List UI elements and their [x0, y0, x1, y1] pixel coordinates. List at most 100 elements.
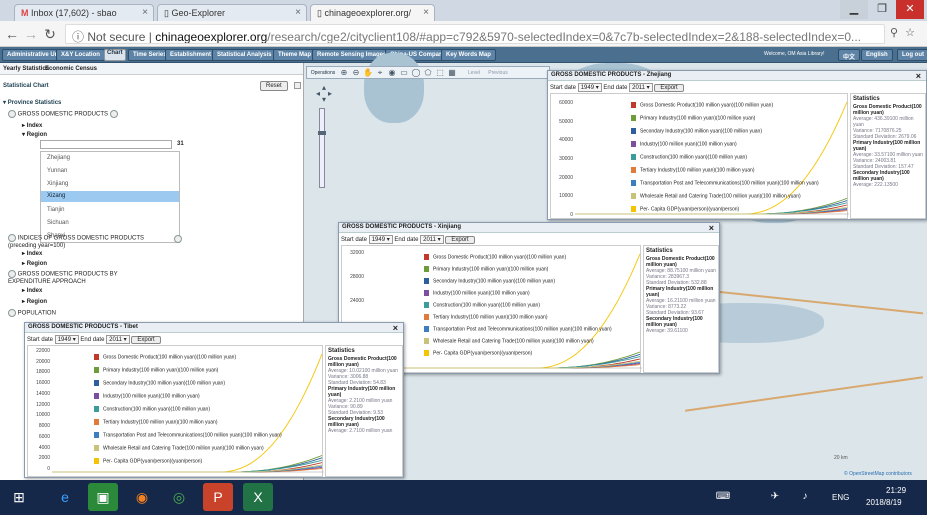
start-date-select[interactable]: 1949 ▾ — [368, 235, 393, 244]
end-date-select[interactable]: 2011 ▾ — [420, 235, 444, 244]
menu-establishment[interactable]: Establishment — [165, 49, 217, 61]
lang-chinese[interactable]: 中文 — [838, 49, 861, 61]
window-close-icon[interactable]: ✕ — [896, 0, 924, 19]
zoom-slider-handle[interactable] — [318, 131, 326, 135]
rectangle-icon[interactable]: ▭ — [399, 68, 409, 78]
region-zhejiang[interactable]: Zhejiang — [47, 155, 70, 161]
region-xinjiang[interactable]: Xinjiang — [47, 181, 68, 187]
previous-button[interactable]: Previous — [485, 68, 511, 78]
ime-indicator[interactable]: ENG — [832, 493, 849, 502]
legend-item[interactable]: Tertiary Industry(100 million yuan)(100 … — [631, 167, 755, 173]
network-icon[interactable]: ✈ — [760, 483, 790, 511]
end-date-select[interactable]: 2011 ▾ — [106, 335, 130, 344]
lasso-icon[interactable]: ⬠ — [423, 68, 433, 78]
reset-button[interactable]: Reset — [260, 81, 288, 91]
operations-label[interactable]: Operations — [309, 68, 337, 78]
legend-item[interactable]: Per- Capita GDP(yuan/person)(yuan/person… — [94, 458, 202, 464]
radio-icon[interactable] — [8, 234, 16, 242]
index-toggle[interactable]: ▸ Index — [22, 122, 42, 129]
window-title[interactable]: GROSS DOMESTIC PRODUCTS - Zhejiang — [548, 71, 926, 81]
pan-icon[interactable]: ✋ — [363, 68, 373, 78]
group-province-statistics[interactable]: ▾ Province Statistics — [3, 99, 61, 106]
legend-item[interactable]: Industry(100 million yuan)(100 million y… — [94, 393, 200, 399]
clock-time[interactable]: 21:29 — [886, 486, 906, 495]
start-date-select[interactable]: 1949 ▾ — [577, 83, 602, 92]
tab-yearly-statistics[interactable]: Yearly Statistics — [3, 66, 49, 72]
tab-chinageoexplorer[interactable]: ▯ chinageoexplorer.org/ × — [310, 4, 435, 21]
back-icon[interactable]: ← — [4, 26, 20, 42]
legend-item[interactable]: Tertiary Industry(100 million yuan)(100 … — [94, 419, 218, 425]
ie-icon[interactable]: e — [50, 483, 80, 511]
menu-chart[interactable]: Chart — [104, 49, 126, 61]
star-icon[interactable]: ☆ — [902, 26, 918, 39]
legend-item[interactable]: Secondary Industry(100 million yuan)(100… — [631, 128, 762, 134]
legend-item[interactable]: Primary Industry(100 million yuan)(100 m… — [424, 266, 548, 272]
tab-inbox[interactable]: M Inbox (17,602) - sbao × — [14, 4, 154, 21]
item-gdp-expenditure[interactable]: GROSS DOMESTIC PRODUCTS BY EXPENDITURE A… — [8, 270, 148, 286]
level-button[interactable]: Level — [463, 68, 485, 78]
scroll-up-icon[interactable] — [294, 82, 301, 89]
forward-icon[interactable]: → — [23, 26, 39, 42]
region-toggle-3[interactable]: ▸ Region — [22, 298, 47, 305]
legend-item[interactable]: Wholesale Retail and Catering Trade(100 … — [94, 445, 264, 451]
pan-control[interactable]: ▴ ◂ ▸ ▾ — [313, 83, 335, 105]
export-button[interactable]: Export — [131, 336, 161, 344]
close-icon[interactable]: × — [423, 7, 429, 18]
close-icon[interactable]: × — [142, 7, 148, 18]
end-date-select[interactable]: 2011 ▾ — [629, 83, 653, 92]
zoom-icon[interactable]: ⚲ — [886, 26, 902, 39]
map-attribution[interactable]: © OpenStreetMap contributors — [844, 471, 912, 477]
item-gdp[interactable]: GROSS DOMESTIC PRODUCTS — [8, 110, 118, 118]
region-toggle-2[interactable]: ▸ Region — [22, 260, 47, 267]
legend-item[interactable]: Industry(100 million yuan)(100 million y… — [424, 290, 530, 296]
export-button[interactable]: Export — [654, 84, 684, 92]
zoom-slider[interactable] — [318, 108, 326, 188]
tab-economic-census[interactable]: Economic Census — [45, 66, 97, 72]
menu-xy-location[interactable]: X&Y Location — [56, 49, 105, 61]
chart-window-tibet[interactable]: GROSS DOMESTIC PRODUCTS - Tibet × Start … — [24, 322, 404, 478]
grid-icon[interactable]: ▦ — [447, 68, 457, 78]
excel-icon[interactable]: X — [243, 483, 273, 511]
legend-item[interactable]: Gross Domestic Product(100 million yuan)… — [94, 354, 236, 360]
legend-item[interactable]: Per- Capita GDP(yuan/person)(yuan/person… — [631, 206, 739, 212]
volume-icon[interactable]: ♪ — [790, 483, 820, 511]
radio-icon[interactable] — [8, 309, 16, 317]
legend-item[interactable]: Per- Capita GDP(yuan/person)(yuan/person… — [424, 350, 532, 356]
region-toggle[interactable]: ▾ Region — [22, 131, 47, 138]
close-icon[interactable]: × — [709, 223, 714, 233]
region-yunnan[interactable]: Yunnan — [47, 168, 67, 174]
region-tianjin[interactable]: Tianjin — [47, 207, 64, 213]
firefox-icon[interactable]: ◉ — [127, 483, 157, 511]
legend-item[interactable]: Wholesale Retail and Catering Trade(100 … — [631, 193, 801, 199]
item-population[interactable]: POPULATION — [8, 309, 56, 317]
menu-theme-map[interactable]: Theme Map — [273, 49, 317, 61]
window-title[interactable]: GROSS DOMESTIC PRODUCTS - Tibet — [25, 323, 403, 333]
legend-item[interactable]: Gross Domestic Product(100 million yuan)… — [631, 102, 773, 108]
legend-item[interactable]: Gross Domestic Product(100 million yuan)… — [424, 254, 566, 260]
tab-geo-explorer[interactable]: ▯ Geo-Explorer × — [157, 4, 307, 21]
radio-icon[interactable] — [8, 110, 16, 118]
url-field[interactable]: ⓘ Not secure | chinageoexplorer.org/rese… — [65, 24, 885, 44]
item-gdp-indices[interactable]: INDICES OF GROSS DOMESTIC PRODUCTS (prec… — [8, 234, 148, 250]
info-icon[interactable] — [109, 110, 118, 118]
circle-icon[interactable]: ◯ — [411, 68, 421, 78]
legend-item[interactable]: Transportation Post and Telecommunicatio… — [424, 326, 612, 332]
legend-item[interactable]: Wholesale Retail and Catering Trade(100 … — [424, 338, 594, 344]
legend-item[interactable]: Primary Industry(100 million yuan)(100 m… — [94, 367, 218, 373]
maximize-icon[interactable]: ❐ — [868, 0, 896, 19]
select-icon[interactable]: ⬚ — [435, 68, 445, 78]
export-button[interactable]: Export — [445, 236, 475, 244]
close-icon[interactable]: × — [916, 71, 921, 81]
pan-down-icon[interactable]: ▾ — [319, 95, 329, 105]
not-secure-label[interactable]: Not secure — [87, 30, 145, 43]
clock-date[interactable]: 2018/8/19 — [866, 498, 902, 507]
windows-start-icon[interactable]: ⊞ — [4, 483, 34, 511]
chrome-icon[interactable]: ◎ — [164, 483, 194, 511]
legend-item[interactable]: Tertiary Industry(100 million yuan)(100 … — [424, 314, 548, 320]
keyboard-icon[interactable]: ⌨ — [708, 483, 738, 511]
menu-key-words-map[interactable]: Key Words Map — [441, 49, 496, 61]
info-icon-2[interactable] — [174, 235, 182, 243]
zoom-in-icon[interactable]: ⊕ — [339, 68, 349, 78]
region-search-input[interactable] — [40, 140, 172, 149]
region-selected[interactable]: Xizang — [41, 191, 179, 202]
